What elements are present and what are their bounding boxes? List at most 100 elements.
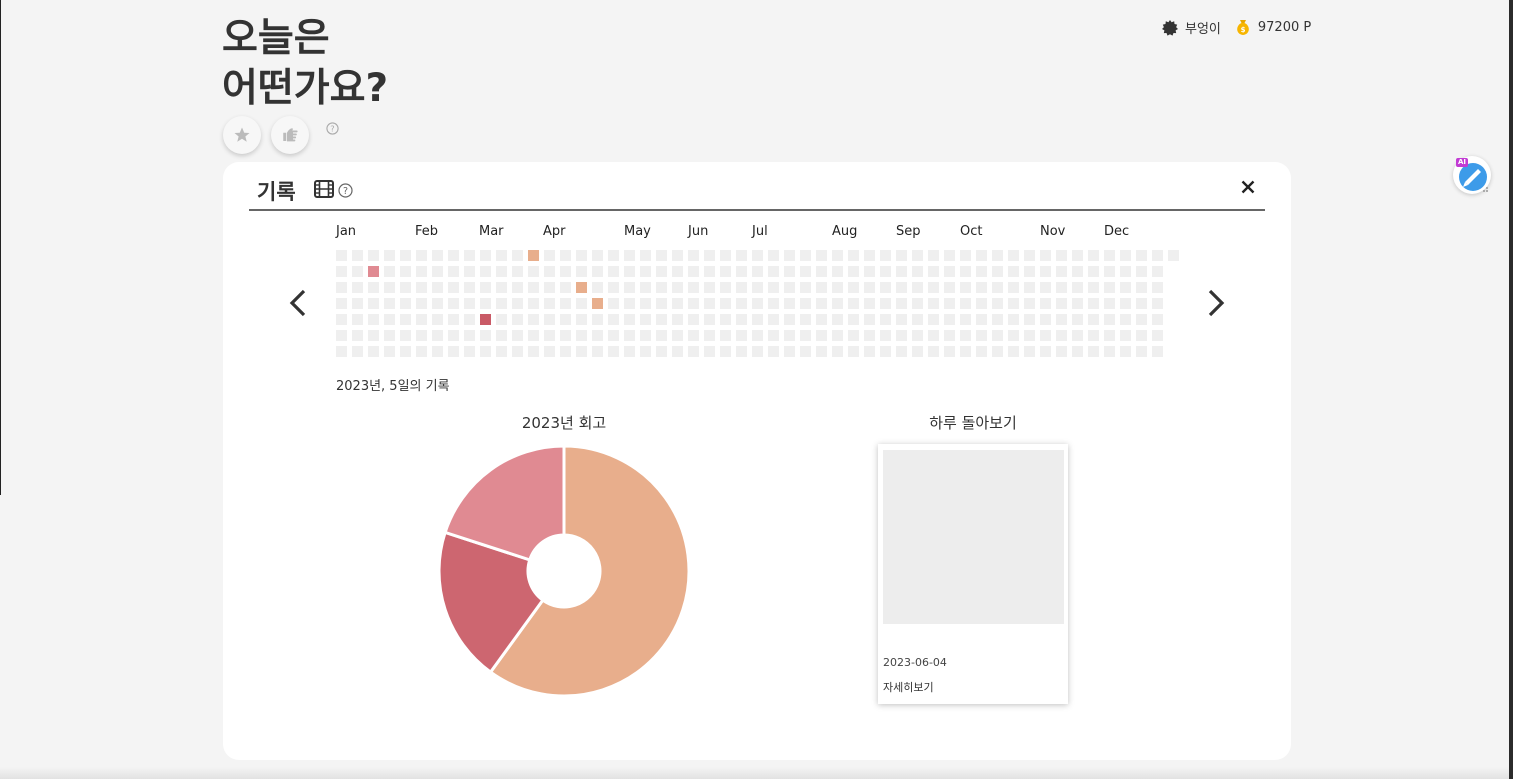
- day-cell[interactable]: [848, 266, 859, 277]
- day-cell[interactable]: [336, 346, 347, 357]
- day-cell[interactable]: [720, 282, 731, 293]
- day-cell[interactable]: [384, 250, 395, 261]
- day-cell[interactable]: [896, 298, 907, 309]
- day-cell[interactable]: [800, 298, 811, 309]
- day-cell[interactable]: [1136, 346, 1147, 357]
- day-cell[interactable]: [1072, 346, 1083, 357]
- day-cell[interactable]: [1120, 250, 1131, 261]
- day-cell[interactable]: [1040, 282, 1051, 293]
- day-cell[interactable]: [736, 266, 747, 277]
- day-cell[interactable]: [960, 250, 971, 261]
- day-cell[interactable]: [528, 282, 539, 293]
- day-cell[interactable]: [480, 250, 491, 261]
- day-cell[interactable]: [960, 282, 971, 293]
- day-cell[interactable]: [1120, 266, 1131, 277]
- day-cell[interactable]: [1136, 266, 1147, 277]
- day-cell[interactable]: [1088, 346, 1099, 357]
- point-button[interactable]: [271, 116, 309, 154]
- day-cell[interactable]: [352, 346, 363, 357]
- day-cell[interactable]: [928, 266, 939, 277]
- day-cell[interactable]: [512, 282, 523, 293]
- day-cell[interactable]: [608, 282, 619, 293]
- day-cell[interactable]: [464, 250, 475, 261]
- day-cell[interactable]: [784, 298, 795, 309]
- day-cell[interactable]: [1072, 298, 1083, 309]
- day-cell[interactable]: [752, 330, 763, 341]
- day-cell[interactable]: [608, 314, 619, 325]
- day-cell[interactable]: [528, 346, 539, 357]
- day-cell[interactable]: [768, 282, 779, 293]
- day-cell[interactable]: [560, 298, 571, 309]
- day-cell[interactable]: [624, 250, 635, 261]
- day-cell[interactable]: [944, 250, 955, 261]
- day-cell[interactable]: [1024, 330, 1035, 341]
- day-cell[interactable]: [560, 330, 571, 341]
- day-cell[interactable]: [592, 330, 603, 341]
- day-cell[interactable]: [848, 250, 859, 261]
- day-cell[interactable]: [1024, 266, 1035, 277]
- day-cell[interactable]: [512, 346, 523, 357]
- day-cell[interactable]: [992, 314, 1003, 325]
- day-cell[interactable]: [672, 314, 683, 325]
- day-cell[interactable]: [784, 282, 795, 293]
- day-cell[interactable]: [640, 282, 651, 293]
- day-cell[interactable]: [720, 346, 731, 357]
- day-cell[interactable]: [352, 250, 363, 261]
- day-cell[interactable]: [672, 282, 683, 293]
- day-cell[interactable]: [1008, 266, 1019, 277]
- day-cell[interactable]: [832, 346, 843, 357]
- day-cell[interactable]: [768, 314, 779, 325]
- day-cell[interactable]: [944, 298, 955, 309]
- day-cell[interactable]: [1072, 330, 1083, 341]
- day-cell[interactable]: [704, 250, 715, 261]
- day-cell[interactable]: [512, 250, 523, 261]
- day-cell[interactable]: [768, 330, 779, 341]
- day-cell[interactable]: [480, 282, 491, 293]
- day-cell[interactable]: [1104, 330, 1115, 341]
- day-cell[interactable]: [736, 346, 747, 357]
- day-cell[interactable]: [384, 282, 395, 293]
- day-cell[interactable]: [576, 250, 587, 261]
- day-cell[interactable]: [1008, 330, 1019, 341]
- day-cell[interactable]: [464, 282, 475, 293]
- day-cell[interactable]: [400, 330, 411, 341]
- day-cell[interactable]: [736, 314, 747, 325]
- day-cell[interactable]: [416, 266, 427, 277]
- day-cell[interactable]: [1104, 346, 1115, 357]
- day-cell[interactable]: [416, 250, 427, 261]
- day-cell[interactable]: [1040, 250, 1051, 261]
- day-cell[interactable]: [704, 346, 715, 357]
- day-cell[interactable]: [1056, 282, 1067, 293]
- day-cell[interactable]: [832, 250, 843, 261]
- day-cell[interactable]: [336, 266, 347, 277]
- day-cell[interactable]: [800, 250, 811, 261]
- day-cell[interactable]: [544, 282, 555, 293]
- day-cell[interactable]: [864, 250, 875, 261]
- day-cell[interactable]: [816, 346, 827, 357]
- day-cell[interactable]: [1152, 282, 1163, 293]
- day-cell[interactable]: [832, 298, 843, 309]
- day-cell[interactable]: [1040, 298, 1051, 309]
- day-cell[interactable]: [400, 250, 411, 261]
- day-cell[interactable]: [368, 298, 379, 309]
- day-cell[interactable]: [384, 314, 395, 325]
- day-cell[interactable]: [1152, 346, 1163, 357]
- day-cell[interactable]: [704, 330, 715, 341]
- day-cell[interactable]: [688, 266, 699, 277]
- day-cell[interactable]: [608, 346, 619, 357]
- day-cell[interactable]: [496, 298, 507, 309]
- day-cell[interactable]: [1152, 314, 1163, 325]
- day-cell[interactable]: [1104, 314, 1115, 325]
- day-cell[interactable]: [496, 346, 507, 357]
- day-cell[interactable]: [624, 266, 635, 277]
- day-cell[interactable]: [336, 250, 347, 261]
- day-cell[interactable]: [816, 330, 827, 341]
- user-profile[interactable]: 부엉이: [1162, 18, 1221, 37]
- day-cell[interactable]: [976, 298, 987, 309]
- view-details-link[interactable]: 자세히보기: [883, 679, 934, 695]
- day-cell[interactable]: [992, 282, 1003, 293]
- day-cell[interactable]: [896, 266, 907, 277]
- day-cell[interactable]: [448, 346, 459, 357]
- day-cell[interactable]: [1104, 266, 1115, 277]
- day-cell[interactable]: [1024, 346, 1035, 357]
